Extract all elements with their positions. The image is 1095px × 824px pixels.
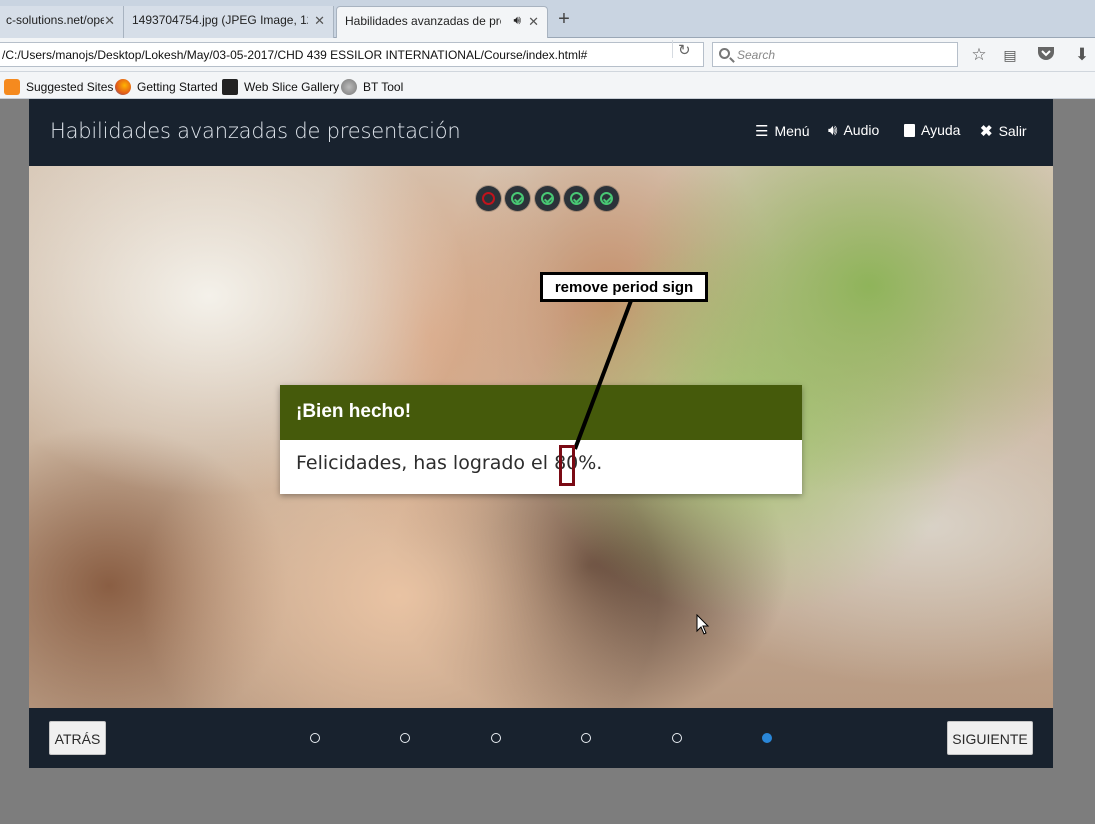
- exit-label: Salir: [998, 123, 1027, 139]
- slide-stage: ¡Bien hecho! Felicidades, has logrado el…: [29, 166, 1053, 708]
- mouse-cursor-icon: [696, 614, 710, 635]
- help-label: Ayuda: [921, 122, 961, 138]
- tab-title: c-solutions.net/ope: [6, 13, 104, 27]
- browser-tab-2[interactable]: 1493704754.jpg (JPEG Image, 128( ✕: [124, 6, 334, 38]
- reading-list-icon[interactable]: ▤: [999, 47, 1021, 64]
- bookmark-web-slice-gallery[interactable]: Web Slice Gallery: [222, 79, 339, 95]
- new-tab-button[interactable]: +: [554, 8, 574, 31]
- page-dot-active[interactable]: [762, 733, 772, 743]
- bookmark-getting-started[interactable]: Getting Started: [115, 79, 218, 95]
- web-slice-icon: [222, 79, 238, 95]
- bookmark-suggested-sites[interactable]: Suggested Sites: [4, 79, 113, 95]
- search-input[interactable]: Search: [712, 42, 958, 67]
- bookmark-star-icon[interactable]: ☆: [968, 45, 990, 65]
- bookmark-label: Suggested Sites: [26, 80, 114, 94]
- pocket-icon[interactable]: [1035, 45, 1057, 66]
- url-text: /C:/Users/manojs/Desktop/Lokesh/May/03-0…: [2, 48, 588, 62]
- check-icon: [541, 192, 554, 205]
- menu-button[interactable]: ☰ Menú: [755, 122, 809, 140]
- book-icon: [904, 124, 915, 137]
- back-button[interactable]: ATRÁS: [49, 721, 106, 755]
- bookmark-bt-tool[interactable]: BT Tool: [341, 79, 403, 95]
- firefox-icon: [115, 79, 131, 95]
- annotation-note: remove period sign: [540, 272, 708, 302]
- close-tab-icon[interactable]: ✕: [314, 13, 325, 29]
- bookmark-label: Getting Started: [137, 80, 218, 94]
- list-icon: ☰: [755, 123, 769, 140]
- globe-icon: [341, 79, 357, 95]
- page-dot[interactable]: [491, 733, 501, 743]
- speaker-icon[interactable]: 🔊︎: [513, 13, 521, 28]
- progress-dot-complete: [594, 186, 619, 211]
- annotation-highlight: [559, 445, 575, 486]
- tab-title: 1493704754.jpg (JPEG Image, 128(: [132, 13, 308, 27]
- download-icon[interactable]: ⬇: [1071, 45, 1093, 65]
- tab-title: Habilidades avanzadas de pre: [345, 14, 501, 28]
- close-tab-icon[interactable]: ✕: [104, 13, 115, 29]
- course-title: Habilidades avanzadas de presentación: [50, 119, 461, 143]
- audio-label: Audio: [843, 122, 880, 138]
- browser-tab-bar: c-solutions.net/ope ✕ 1493704754.jpg (JP…: [0, 0, 1095, 38]
- progress-dot-complete: [505, 186, 530, 211]
- suggested-sites-icon: [4, 79, 20, 95]
- menu-label: Menú: [774, 123, 810, 139]
- bookmark-label: BT Tool: [363, 80, 404, 94]
- current-marker-icon: [482, 192, 495, 205]
- feedback-title: ¡Bien hecho!: [280, 385, 802, 440]
- url-divider: [672, 40, 673, 58]
- audio-button[interactable]: 🔊︎ Audio: [828, 122, 879, 139]
- course-footer: ATRÁS SIGUIENTE: [29, 708, 1053, 768]
- feedback-message: Felicidades, has logrado el 80%.: [296, 452, 603, 474]
- page-dot[interactable]: [672, 733, 682, 743]
- progress-dot-complete: [535, 186, 560, 211]
- speaker-icon: 🔊︎: [828, 122, 838, 139]
- browser-tab-1[interactable]: c-solutions.net/ope ✕: [0, 6, 124, 38]
- page-dot[interactable]: [310, 733, 320, 743]
- browser-tab-3[interactable]: Habilidades avanzadas de pre 🔊︎ ✕: [336, 6, 548, 38]
- search-placeholder: Search: [737, 48, 776, 62]
- progress-dot-current: [476, 186, 501, 211]
- help-button[interactable]: Ayuda: [904, 122, 960, 138]
- feedback-popup: ¡Bien hecho! Felicidades, has logrado el…: [280, 385, 802, 494]
- course-header: Habilidades avanzadas de presentación ☰ M…: [29, 99, 1053, 166]
- search-icon: [719, 48, 730, 59]
- close-tab-icon[interactable]: ✕: [528, 14, 539, 30]
- page-dot[interactable]: [581, 733, 591, 743]
- bookmark-label: Web Slice Gallery: [244, 80, 340, 94]
- next-button[interactable]: SIGUIENTE: [947, 721, 1033, 755]
- close-icon: ✖: [980, 123, 993, 140]
- check-icon: [600, 192, 613, 205]
- exit-button[interactable]: ✖ Salir: [980, 122, 1027, 140]
- browser-nav-bar: /C:/Users/manojs/Desktop/Lokesh/May/03-0…: [0, 38, 1095, 72]
- bookmarks-bar: Suggested Sites Getting Started Web Slic…: [0, 72, 1095, 99]
- page-dot[interactable]: [400, 733, 410, 743]
- progress-dot-complete: [564, 186, 589, 211]
- check-icon: [570, 192, 583, 205]
- check-icon: [511, 192, 524, 205]
- reload-icon[interactable]: ↻: [678, 41, 691, 59]
- course-player: Habilidades avanzadas de presentación ☰ M…: [29, 99, 1053, 768]
- url-field[interactable]: /C:/Users/manojs/Desktop/Lokesh/May/03-0…: [0, 42, 704, 67]
